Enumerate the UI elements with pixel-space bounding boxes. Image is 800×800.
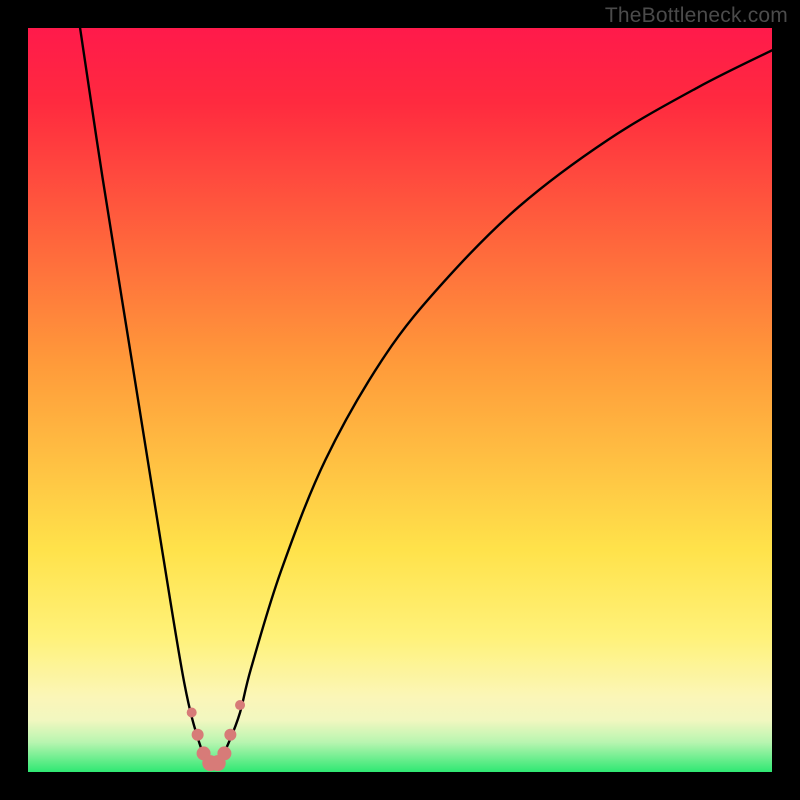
minimum-marker — [235, 700, 245, 710]
plot-area — [28, 28, 772, 772]
minimum-marker — [217, 746, 231, 760]
curve-path — [80, 28, 772, 767]
bottleneck-curve — [28, 28, 772, 772]
watermark-text: TheBottleneck.com — [605, 4, 788, 28]
minimum-marker — [187, 707, 197, 717]
curve-minimum-markers — [187, 700, 245, 771]
minimum-marker — [192, 729, 204, 741]
outer-frame: TheBottleneck.com — [0, 0, 800, 800]
minimum-marker — [224, 729, 236, 741]
